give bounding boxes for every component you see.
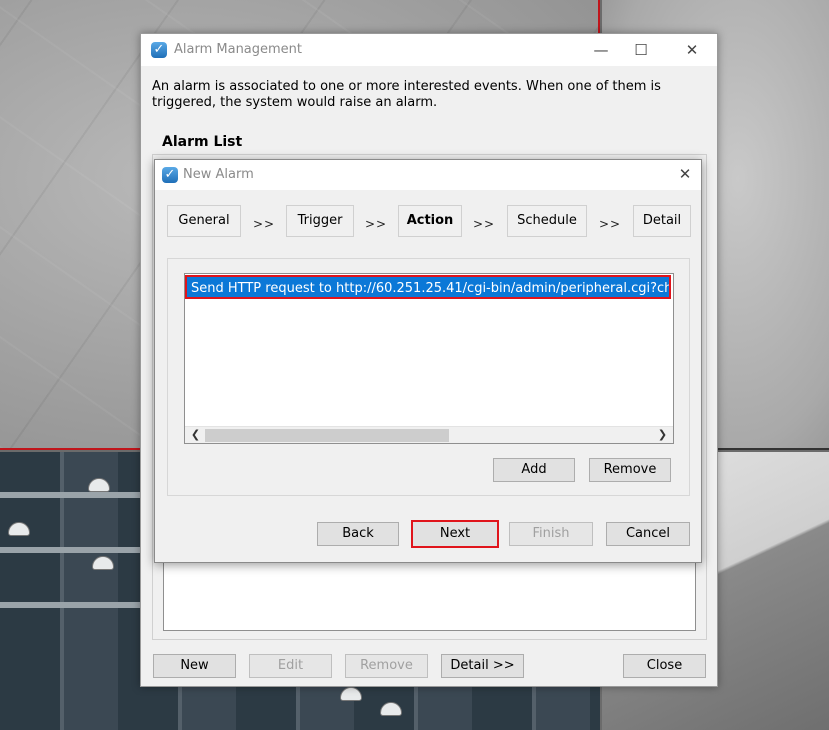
remove-alarm-button[interactable]: Remove bbox=[345, 654, 428, 678]
main-titlebar: ✓ Alarm Management — ☐ ✕ bbox=[141, 34, 717, 66]
next-button[interactable]: Next bbox=[411, 520, 499, 548]
action-list[interactable]: Send HTTP request to http://60.251.25.41… bbox=[184, 273, 674, 444]
minimize-icon[interactable]: — bbox=[587, 38, 615, 62]
edit-button[interactable]: Edit bbox=[249, 654, 332, 678]
close-icon[interactable]: ✕ bbox=[678, 38, 706, 62]
close-icon[interactable]: ✕ bbox=[671, 162, 699, 186]
step-schedule[interactable]: Schedule bbox=[507, 205, 587, 237]
detail-button[interactable]: Detail >> bbox=[441, 654, 524, 678]
main-window-title: Alarm Management bbox=[174, 42, 303, 57]
checkmark-shield-icon: ✓ bbox=[151, 42, 167, 58]
step-separator: >> bbox=[253, 217, 276, 231]
horizontal-scrollbar[interactable]: ❮ ❯ bbox=[185, 426, 673, 443]
chevron-right-icon[interactable]: ❯ bbox=[654, 427, 671, 443]
back-button[interactable]: Back bbox=[317, 522, 399, 546]
new-alarm-dialog: ✓ New Alarm ✕ General >> Trigger >> Acti… bbox=[154, 159, 702, 563]
main-description: An alarm is associated to one or more in… bbox=[152, 79, 661, 110]
chevron-left-icon[interactable]: ❮ bbox=[187, 427, 204, 443]
maximize-icon[interactable]: ☐ bbox=[627, 38, 655, 62]
new-button[interactable]: New bbox=[153, 654, 236, 678]
step-action[interactable]: Action bbox=[398, 205, 462, 237]
add-action-button[interactable]: Add bbox=[493, 458, 575, 482]
step-trigger[interactable]: Trigger bbox=[286, 205, 354, 237]
dialog-titlebar: ✓ New Alarm ✕ bbox=[155, 160, 701, 190]
step-general[interactable]: General bbox=[167, 205, 241, 237]
scrollbar-thumb[interactable] bbox=[205, 429, 449, 442]
step-separator: >> bbox=[599, 217, 622, 231]
step-detail[interactable]: Detail bbox=[633, 205, 691, 237]
cancel-button[interactable]: Cancel bbox=[606, 522, 690, 546]
step-separator: >> bbox=[365, 217, 388, 231]
checkmark-shield-icon: ✓ bbox=[162, 167, 178, 183]
dialog-title: New Alarm bbox=[183, 167, 254, 182]
alarm-list-label: Alarm List bbox=[162, 134, 243, 150]
action-list-item[interactable]: Send HTTP request to http://60.251.25.41… bbox=[185, 275, 671, 299]
step-separator: >> bbox=[473, 217, 496, 231]
finish-button[interactable]: Finish bbox=[509, 522, 593, 546]
remove-action-button[interactable]: Remove bbox=[589, 458, 671, 482]
close-button[interactable]: Close bbox=[623, 654, 706, 678]
